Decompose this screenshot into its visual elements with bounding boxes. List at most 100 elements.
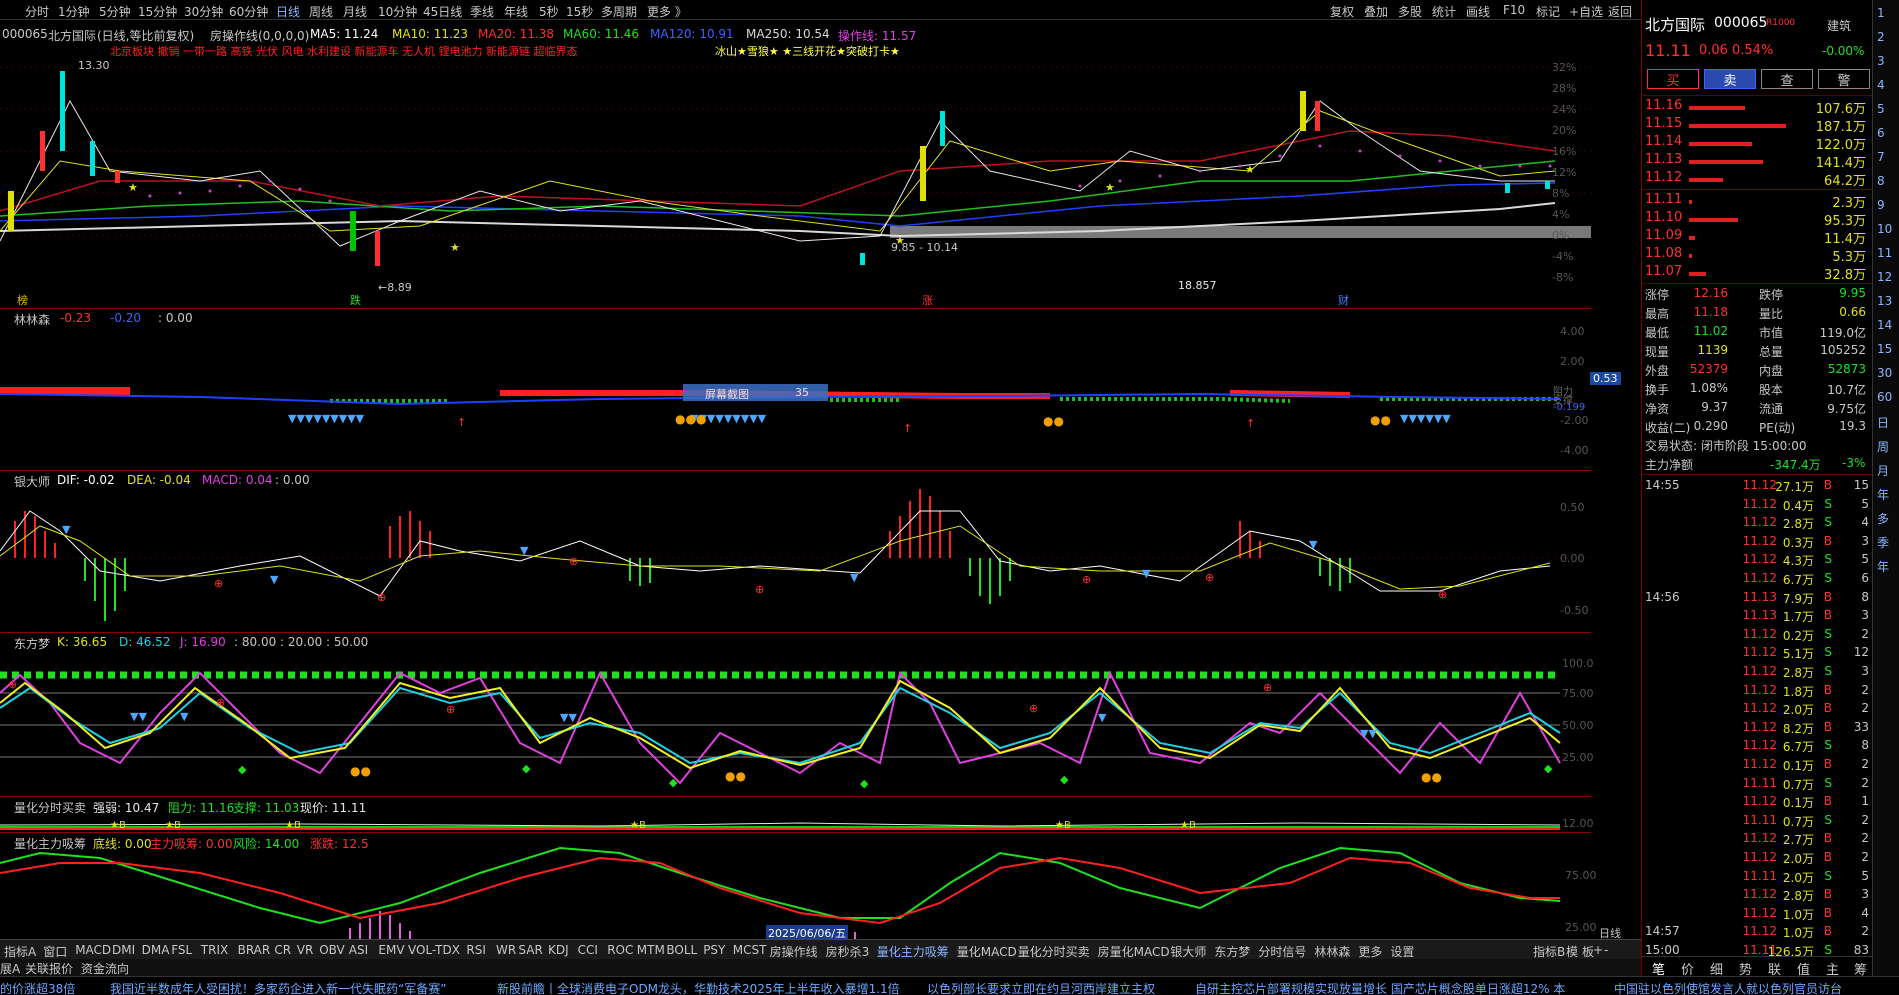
tick-tab[interactable]: 值	[1797, 959, 1810, 978]
rail-item[interactable]: 11	[1877, 246, 1892, 260]
indicator-panel-qfs[interactable]: ★B ★B ★B ★B ★B ★B 量化分时买卖 强弱: 10.47 阻力: 11.16 …	[0, 796, 1594, 832]
indicator-tab-right[interactable]: -	[1604, 943, 1608, 957]
indicator-tab[interactable]: OBV	[319, 943, 345, 957]
tool-button[interactable]: 画线	[1466, 3, 1490, 20]
rail-item[interactable]: 12	[1877, 270, 1892, 284]
indicator-tab[interactable]: 房秒杀3	[826, 943, 870, 960]
rail-item[interactable]: 7	[1877, 150, 1885, 164]
rail-item[interactable]: 8	[1877, 174, 1885, 188]
news-ticker[interactable]: 的价涨超38倍 我国近半数成年人受困扰！多家药企进入新一代失眠药“军备赛” 新股…	[0, 976, 1899, 995]
period-tab-active[interactable]: 日线	[274, 3, 302, 20]
ticker-item[interactable]: 我国近半数成年人受困扰！多家药企进入新一代失眠药“军备赛”	[110, 980, 446, 995]
period-tab[interactable]: 5秒	[539, 3, 559, 20]
tick-tab[interactable]: 联	[1768, 959, 1781, 978]
indicator-panel-kdj[interactable]: ▼▼ ▼ ▼▼ ▼ ▼▼ ◆ ◆ ◆ ◆ ◆ ◆ ⊕ ⊕ ⊕ ⊕ ⊕ ●● ●● ●● 东方梦 K: 36.6…	[0, 632, 1594, 796]
rail-item[interactable]: 5	[1877, 102, 1885, 116]
indicator-tab[interactable]: VR	[297, 943, 314, 957]
indicator-tab[interactable]: 设置	[1390, 943, 1414, 960]
period-tab[interactable]: 45日线	[423, 3, 462, 20]
indicator-tab[interactable]: 房量化MACD	[1098, 943, 1170, 960]
indicator-tab[interactable]: 量化MACD	[957, 943, 1017, 960]
indicator-tab[interactable]: 银大师	[1170, 943, 1206, 960]
period-tab[interactable]: 10分钟	[378, 3, 417, 20]
period-tab[interactable]: 季线	[470, 3, 494, 20]
indicator-tab[interactable]: FSL	[171, 943, 192, 957]
tool-button[interactable]: 统计	[1432, 3, 1456, 20]
indicator-tab[interactable]: BOLL	[666, 943, 697, 957]
tick-tab[interactable]: 主	[1826, 959, 1839, 978]
indicator-tab[interactable]: BRAR	[238, 943, 271, 957]
rail-item[interactable]: 日	[1877, 414, 1889, 431]
indicator-tab[interactable]: MACD	[75, 943, 111, 957]
period-tab[interactable]: 60分钟	[229, 3, 268, 20]
rail-item[interactable]: 月	[1877, 462, 1889, 479]
tick-tab[interactable]: 势	[1739, 959, 1752, 978]
indicator-tab[interactable]: 指标A	[4, 943, 36, 960]
indicator-tab[interactable]: KDJ	[548, 943, 569, 957]
period-tab[interactable]: 30分钟	[184, 3, 223, 20]
indicator-tab-right[interactable]: +	[1593, 943, 1603, 957]
rail-item[interactable]: 9	[1877, 198, 1885, 212]
indicator-tab[interactable]: WR	[496, 943, 516, 957]
buy-button[interactable]: 买	[1647, 69, 1699, 89]
rail-item[interactable]: 6	[1877, 126, 1885, 140]
rail-item[interactable]: 多	[1877, 510, 1889, 527]
back-button[interactable]: 返回	[1608, 3, 1632, 20]
ticker-item[interactable]: 自研主控芯片部署规模实现放量增长 国产芯片概念股单日涨超12% 本	[1195, 980, 1565, 995]
rail-item[interactable]: 10	[1877, 222, 1892, 236]
rail-item[interactable]: 季	[1877, 534, 1889, 551]
indicator-tab[interactable]: MTM	[637, 943, 665, 957]
rail-item[interactable]: 4	[1877, 78, 1885, 92]
rail-item[interactable]: 30	[1877, 366, 1892, 380]
period-tab[interactable]: 15秒	[566, 3, 593, 20]
tick-tab[interactable]: 细	[1710, 959, 1723, 978]
indicator-tab[interactable]: 更多	[1358, 943, 1382, 960]
indicator-tab[interactable]: TRIX	[201, 943, 228, 957]
indicator-tab[interactable]: SAR	[518, 943, 542, 957]
indicator-tab[interactable]: ASI	[349, 943, 368, 957]
period-tab[interactable]: 年线	[504, 3, 528, 20]
indicator-panel-macd[interactable]: ▼ ▼ ▼ ▼ ▼ ▼ ⊕ ⊕ ⊕ ⊕ ⊕ ⊕ ⊕ 银大师 DIF: -0.02 DEA: -0.04…	[0, 470, 1591, 632]
ticker-item[interactable]: 的价涨超38倍	[0, 980, 75, 995]
quote-sector[interactable]: 建筑	[1827, 17, 1851, 34]
tool-button[interactable]: 叠加	[1364, 3, 1388, 20]
rail-item[interactable]: 年	[1877, 486, 1889, 503]
period-tab[interactable]: 多周期	[601, 3, 637, 20]
indicator-panel-qzl[interactable]: 量化主力吸筹 底线: 0.00 主力吸筹: 0.00 风险: 14.00 涨跌:…	[0, 832, 1621, 941]
indicator-tab[interactable]: 窗口	[43, 943, 67, 960]
indicator-tab[interactable]: 量化主力吸筹	[877, 943, 949, 960]
query-button[interactable]: 查	[1761, 69, 1813, 89]
rail-item[interactable]: 15	[1877, 342, 1892, 356]
indicator-panel-lls[interactable]: ▼▼▼▼▼▼▼▼▼ ▼▼▼▼▼▼▼▼▼ ▼▼▼▼▼▼ ●●● ●● ●● ↑ ↑ ↑ 屏幕截…	[0, 308, 1621, 470]
add-watchlist-button[interactable]: +自选	[1569, 3, 1603, 20]
tick-tab[interactable]: 筹	[1854, 959, 1867, 978]
period-tab[interactable]: 1分钟	[58, 3, 90, 20]
period-tab[interactable]: 15分钟	[138, 3, 177, 20]
sell-button[interactable]: 卖	[1704, 69, 1756, 89]
tick-tab[interactable]: 价	[1681, 959, 1694, 978]
rail-item[interactable]: 3	[1877, 54, 1885, 68]
indicator-tab[interactable]: VOL-TDX	[408, 943, 460, 957]
price-chart-panel[interactable]: ★ ★ ★ ★ ★ 000065 北方国际 (日线,等比前复权) 房操作线(0,0,0,…	[0, 21, 1591, 308]
indicator-tab[interactable]: DMI	[112, 943, 135, 957]
tool-button[interactable]: F10	[1503, 3, 1525, 17]
indicator-tab-right[interactable]: 指标B	[1533, 943, 1565, 960]
indicator-tab[interactable]: CCI	[578, 943, 598, 957]
indicator-tab[interactable]: 分时信号	[1258, 943, 1306, 960]
indicator-tab[interactable]: MCST	[733, 943, 767, 957]
rail-item[interactable]: 年	[1877, 558, 1889, 575]
alert-button[interactable]: 警	[1818, 69, 1870, 89]
link-tab[interactable]: 展A	[0, 960, 20, 977]
ticker-item[interactable]: 以色列部长要求立即在约旦河西岸建立主权	[927, 980, 1155, 995]
indicator-tab[interactable]: ROC	[607, 943, 633, 957]
rail-item[interactable]: 2	[1877, 30, 1885, 44]
indicator-tab[interactable]: EMV	[378, 943, 404, 957]
indicator-tab[interactable]: DMA	[142, 943, 170, 957]
rail-item[interactable]: 1	[1877, 6, 1885, 20]
indicator-tab-right[interactable]: 模	[1566, 943, 1578, 960]
indicator-tab[interactable]: 房操作线	[770, 943, 818, 960]
tick-tab[interactable]: 笔	[1652, 959, 1665, 978]
indicator-tab[interactable]: 林林森	[1314, 943, 1350, 960]
indicator-tab[interactable]: 量化分时买卖	[1018, 943, 1090, 960]
period-tab[interactable]: 5分钟	[99, 3, 131, 20]
